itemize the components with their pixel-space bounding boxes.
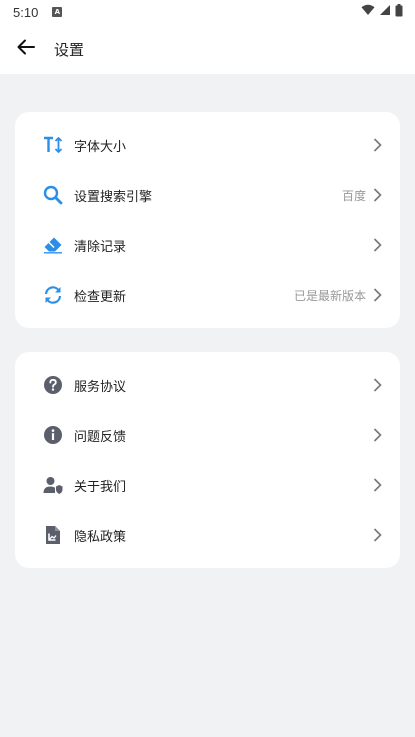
battery-icon	[395, 3, 403, 21]
settings-card-about: 服务协议 问题反馈 关于我们 隐私政策	[15, 352, 400, 568]
settings-item-label: 问题反馈	[74, 429, 127, 445]
signal-icon	[379, 4, 391, 20]
chevron-right-icon	[370, 428, 384, 442]
chevron-right-icon	[370, 528, 384, 542]
status-icons	[361, 3, 403, 21]
eraser-icon	[43, 235, 63, 255]
settings-card-general: 字体大小 设置搜索引擎 百度 清除记录 检查更新 已是最新版本	[15, 112, 400, 328]
settings-item-value: 已是最新版本	[293, 288, 366, 303]
info-circle-icon	[43, 425, 63, 445]
back-button[interactable]	[0, 24, 52, 74]
settings-item-label: 设置搜索引擎	[74, 189, 153, 205]
settings-item-label: 检查更新	[74, 289, 127, 305]
question-circle-icon	[43, 375, 63, 395]
settings-item-font-size[interactable]: 字体大小	[15, 120, 400, 170]
settings-item-label: 清除记录	[74, 239, 127, 255]
arrow-left-icon	[17, 39, 35, 59]
app-bar: 设置	[0, 24, 415, 74]
status-time: 5:10	[13, 4, 39, 20]
chevron-right-icon	[370, 238, 384, 252]
settings-item-feedback[interactable]: 问题反馈	[15, 410, 400, 460]
chevron-right-icon	[370, 378, 384, 392]
settings-item-value: 百度	[341, 188, 366, 203]
page-title: 设置	[54, 40, 85, 59]
settings-item-clear-history[interactable]: 清除记录	[15, 220, 400, 270]
settings-item-check-update[interactable]: 检查更新 已是最新版本	[15, 270, 400, 320]
settings-item-about-us[interactable]: 关于我们	[15, 460, 400, 510]
chevron-right-icon	[370, 188, 384, 202]
settings-item-label: 隐私政策	[74, 529, 127, 545]
search-icon	[43, 185, 63, 205]
wifi-icon	[361, 4, 375, 20]
chevron-right-icon	[370, 138, 384, 152]
chevron-right-icon	[370, 478, 384, 492]
a-box-icon: A	[52, 7, 63, 17]
settings-item-service-agreement[interactable]: 服务协议	[15, 360, 400, 410]
settings-item-search-engine[interactable]: 设置搜索引擎 百度	[15, 170, 400, 220]
settings-item-privacy-policy[interactable]: 隐私政策	[15, 510, 400, 560]
refresh-icon	[43, 285, 63, 305]
settings-item-label: 字体大小	[74, 139, 127, 155]
chevron-right-icon	[370, 288, 384, 302]
status-bar: 5:10 A	[0, 0, 415, 24]
font-size-icon	[43, 135, 63, 155]
settings-item-label: 关于我们	[74, 479, 127, 495]
document-icon	[43, 525, 63, 545]
user-shield-icon	[43, 475, 63, 495]
settings-item-label: 服务协议	[74, 379, 127, 395]
